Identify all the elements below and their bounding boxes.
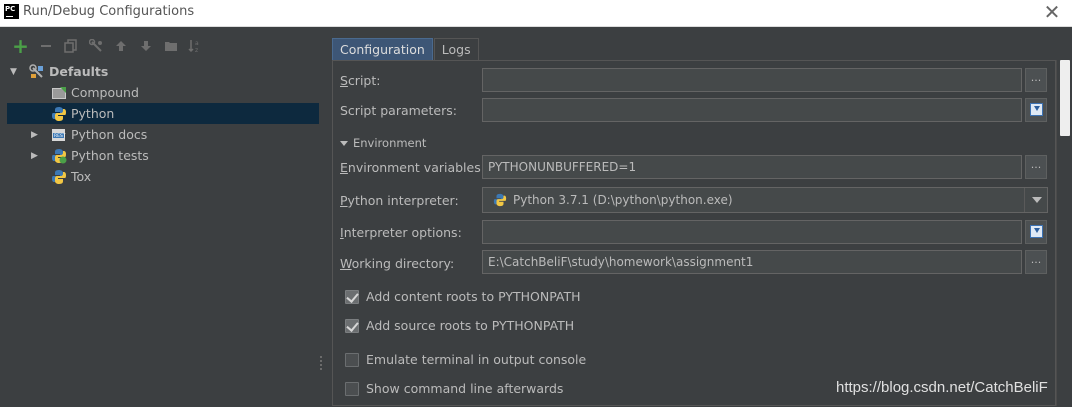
checkbox-label: Emulate terminal in output console	[366, 352, 587, 367]
chevron-down-icon[interactable]: ▼	[10, 67, 20, 77]
sort-icon[interactable]: az	[183, 36, 208, 56]
edit-env-vars-button[interactable]: ...	[1025, 155, 1047, 179]
checkbox-checked-icon[interactable]	[345, 289, 359, 304]
remove-icon[interactable]	[33, 36, 58, 56]
python-icon	[51, 106, 67, 122]
move-down-icon[interactable]	[133, 36, 158, 56]
close-button[interactable]: ✕	[1042, 2, 1062, 22]
svg-text:z: z	[195, 47, 198, 53]
tree-item-python-tests[interactable]: ▶ Python tests	[7, 145, 319, 166]
tree-item-python[interactable]: Python	[7, 103, 319, 124]
expand-icon	[1030, 225, 1043, 238]
checkbox-label: Show command line afterwards	[366, 381, 564, 396]
python-tests-icon	[51, 148, 67, 164]
environment-section-label: Environment	[353, 136, 427, 150]
svg-text:a: a	[195, 40, 199, 47]
configurations-tree: ▼ Defaults Compound Python ▶ REST Python…	[7, 61, 319, 187]
tree-item-compound[interactable]: Compound	[7, 82, 319, 103]
checkbox-unchecked-icon[interactable]	[345, 352, 359, 367]
script-field[interactable]	[482, 68, 1022, 92]
vertical-scrollbar[interactable]	[1056, 60, 1072, 406]
checkbox-content-roots[interactable]: Add content roots to PYTHONPATH	[345, 289, 581, 304]
checkbox-checked-icon[interactable]	[345, 318, 359, 333]
splitter-handle[interactable]	[319, 356, 323, 372]
configurations-sidebar: + az ▼ Defaults Compound Python ▶ REST P…	[0, 28, 322, 407]
tree-item-tox[interactable]: Tox	[7, 166, 319, 187]
expand-icon	[1030, 103, 1043, 116]
interpreter-value: Python 3.7.1 (D:\python\python.exe)	[513, 193, 733, 207]
copy-icon[interactable]	[58, 36, 83, 56]
tree-item-python-docs[interactable]: ▶ REST Python docs	[7, 124, 319, 145]
checkbox-unchecked-icon[interactable]	[345, 381, 359, 396]
svg-text:REST: REST	[54, 133, 66, 139]
checkbox-source-roots[interactable]: Add source roots to PYTHONPATH	[345, 318, 574, 333]
dropdown-arrow-icon[interactable]	[1032, 197, 1042, 203]
interpreter-options-field[interactable]	[482, 220, 1022, 244]
folder-icon[interactable]	[158, 36, 183, 56]
tree-label-tox: Tox	[71, 169, 92, 184]
python-icon	[493, 193, 507, 210]
env-vars-field[interactable]: PYTHONUNBUFFERED=1	[482, 155, 1022, 179]
working-directory-label: Working directory:	[340, 256, 455, 271]
tab-logs[interactable]: Logs	[433, 38, 479, 60]
chevron-right-icon[interactable]: ▶	[31, 130, 41, 140]
tree-label-python-docs: Python docs	[71, 127, 148, 142]
expand-parameters-button[interactable]	[1025, 98, 1047, 122]
script-parameters-field[interactable]	[482, 98, 1022, 122]
interpreter-options-label: Interpreter options:	[340, 225, 462, 240]
tox-icon	[51, 169, 67, 185]
add-icon[interactable]: +	[8, 34, 33, 58]
expand-interpreter-options-button[interactable]	[1025, 220, 1047, 244]
tree-label-python-tests: Python tests	[71, 148, 149, 163]
checkbox-show-command-line[interactable]: Show command line afterwards	[345, 381, 563, 396]
move-up-icon[interactable]	[108, 36, 133, 56]
chevron-down-icon	[340, 141, 348, 146]
checkbox-label: Add source roots to PYTHONPATH	[366, 318, 575, 333]
wrench-icon[interactable]	[83, 36, 108, 56]
tree-label-python: Python	[71, 106, 115, 121]
tree-label-defaults: Defaults	[49, 64, 109, 79]
script-parameters-label: Script parameters:	[340, 103, 457, 118]
tree-node-defaults[interactable]: ▼ Defaults	[7, 61, 319, 82]
pycharm-logo-icon: PC	[4, 4, 19, 19]
compound-icon	[51, 85, 67, 101]
interpreter-select[interactable]: Python 3.7.1 (D:\python\python.exe)	[482, 187, 1048, 213]
watermark-text: https://blog.csdn.net/CatchBeliF	[836, 379, 1048, 396]
chevron-right-icon[interactable]: ▶	[31, 151, 41, 161]
checkbox-emulate-terminal[interactable]: Emulate terminal in output console	[345, 352, 586, 367]
environment-section-header[interactable]: Environment	[340, 136, 426, 150]
browse-script-button[interactable]: ...	[1025, 68, 1047, 92]
interpreter-label: Python interpreter:	[340, 193, 459, 208]
python-docs-icon: REST	[51, 127, 67, 143]
defaults-wrench-icon	[29, 63, 45, 80]
working-directory-field[interactable]: E:\CatchBeliF\study\homework\assignment1	[482, 250, 1022, 274]
env-vars-label: Environment variables:	[340, 160, 485, 175]
sidebar-toolbar: + az	[8, 34, 208, 58]
tab-configuration[interactable]: Configuration	[332, 38, 433, 60]
tree-label-compound: Compound	[71, 85, 139, 100]
checkbox-label: Add content roots to PYTHONPATH	[366, 289, 581, 304]
window-title: Run/Debug Configurations	[23, 4, 195, 19]
browse-working-directory-button[interactable]: ...	[1025, 250, 1047, 274]
script-label: Script:	[340, 73, 381, 88]
title-bar: PC Run/Debug Configurations ✕	[0, 0, 1072, 27]
config-tabs: Configuration Logs	[332, 38, 480, 60]
scrollbar-thumb[interactable]	[1060, 60, 1070, 136]
